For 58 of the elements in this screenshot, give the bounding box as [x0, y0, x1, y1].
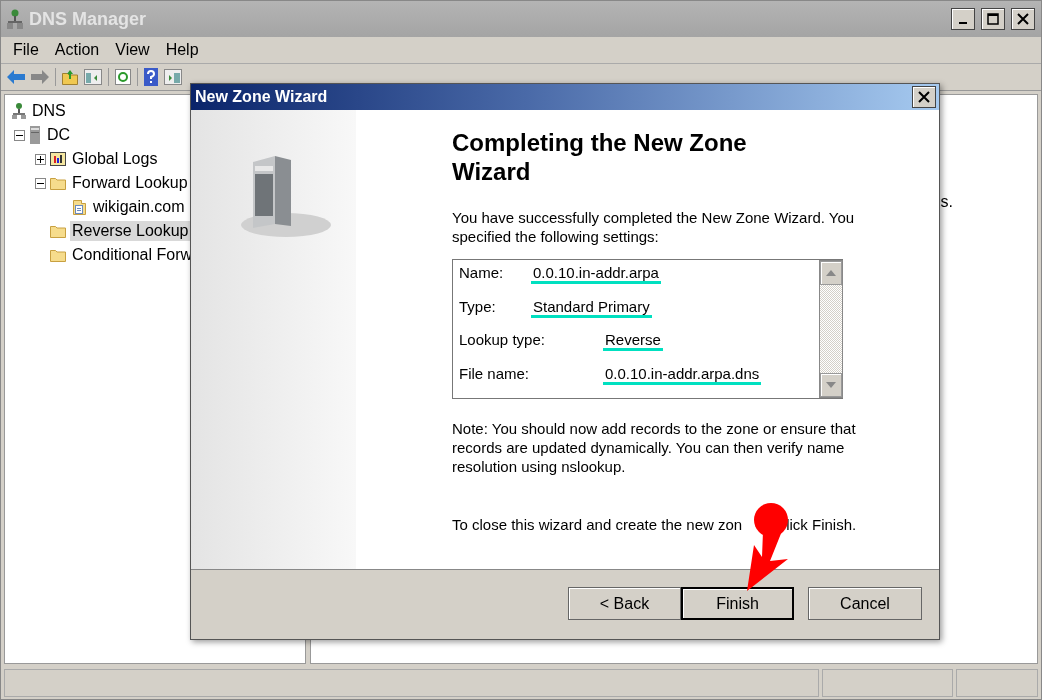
close-button[interactable]	[1011, 8, 1035, 30]
close-button[interactable]	[912, 86, 936, 108]
scroll-down-icon[interactable]	[820, 373, 842, 397]
log-icon	[50, 151, 66, 167]
menu-item[interactable]: Help	[157, 41, 207, 59]
tree-panel-icon[interactable]	[84, 69, 102, 85]
server-icon	[29, 126, 41, 144]
dialog-title: New Zone Wizard	[195, 88, 328, 106]
menu-item[interactable]: Action	[46, 41, 108, 59]
scroll-up-icon[interactable]	[820, 261, 842, 285]
note-text: Note: You should now add records to the zone or ensure that records are updated dynamically. You can then verify name resolution using nslookup.	[452, 419, 857, 476]
minimize-button[interactable]	[951, 8, 975, 30]
tree-item[interactable]: Forward Lookup	[70, 173, 190, 193]
folder-icon	[50, 248, 66, 262]
forward-icon[interactable]	[31, 70, 49, 84]
close-icon	[918, 91, 930, 103]
collapse-icon[interactable]	[35, 177, 46, 189]
menu-item[interactable]: File	[5, 41, 47, 59]
pane-text: s.	[940, 193, 953, 212]
setting-value: Standard Primary	[531, 297, 652, 318]
tree-item[interactable]: Global Logs	[70, 149, 160, 169]
setting-label: Lookup type:	[459, 331, 546, 348]
network-icon	[7, 9, 23, 29]
window-title: DNS Manager	[29, 8, 148, 30]
intro-text: You have successfully completed the New Zone Wizard. You specified the following settings:	[452, 208, 856, 246]
tree-item[interactable]: DC	[45, 125, 73, 145]
setting-label: Name:	[459, 264, 505, 281]
help-icon[interactable]	[144, 68, 158, 86]
tree-item[interactable]: wikigain.com	[91, 197, 187, 217]
zone-file-icon	[71, 199, 87, 215]
minimize-icon	[959, 22, 967, 24]
setting-value: Reverse	[603, 331, 663, 351]
folder-icon	[50, 176, 66, 190]
close-icon	[1017, 13, 1029, 25]
setting-value: 0.0.10.in-addr.arpa.dns	[603, 364, 762, 385]
expand-icon[interactable]	[35, 153, 46, 165]
scrollbar[interactable]	[819, 260, 843, 398]
setting-value: 0.0.10.in-addr.arpa	[531, 264, 661, 284]
folder-icon	[50, 224, 66, 238]
maximize-button[interactable]	[981, 8, 1005, 30]
tree-item[interactable]: Reverse Lookup	[70, 221, 191, 241]
panel-icon[interactable]	[164, 69, 182, 85]
folder-up-icon[interactable]	[62, 69, 78, 85]
network-icon	[12, 103, 26, 119]
closing-text: lick Finish.	[786, 516, 857, 533]
wizard-heading: Completing the New Zone Wizard	[452, 128, 748, 186]
back-icon[interactable]	[7, 70, 25, 84]
menu-item[interactable]: View	[107, 41, 158, 59]
setting-label: File name:	[459, 364, 531, 382]
refresh-icon[interactable]	[115, 69, 131, 85]
dialog-button[interactable]: < Back	[568, 587, 681, 620]
finish-button[interactable]: Finish	[681, 587, 794, 620]
maximize-icon	[987, 13, 999, 25]
dialog-button[interactable]: Cancel	[808, 587, 922, 620]
tree-item[interactable]: DNS	[30, 101, 68, 121]
closing-text: To close this wizard and create the new zon	[452, 516, 743, 533]
setting-label: Type:	[459, 297, 497, 315]
collapse-icon[interactable]	[14, 129, 25, 141]
